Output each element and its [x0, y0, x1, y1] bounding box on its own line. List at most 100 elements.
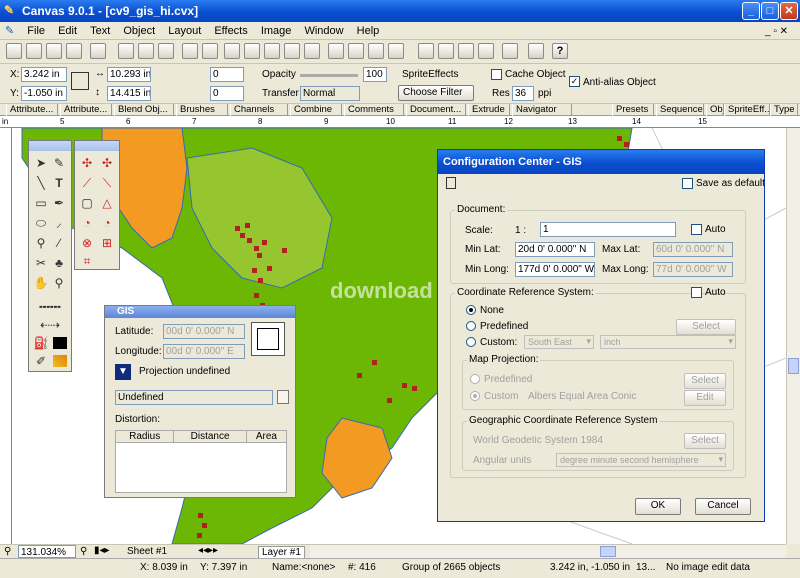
- syringe-tool-icon[interactable]: ⁄: [51, 235, 67, 251]
- zoom-tool-icon[interactable]: ⚲: [51, 275, 67, 291]
- dash-style-icon[interactable]: ╍╍╍: [33, 299, 67, 315]
- tab-blend-objects[interactable]: Blend Obj...: [114, 104, 174, 116]
- vertical-scroll-thumb[interactable]: [788, 358, 799, 374]
- cut-icon[interactable]: [118, 43, 134, 59]
- zoom-field[interactable]: 131.034%: [18, 545, 76, 558]
- tab-navigator[interactable]: Navigator: [512, 104, 572, 116]
- doc-window-controls[interactable]: _ ▫ ✕: [760, 24, 793, 37]
- layer-nav-icon[interactable]: ◂◂▸▸: [198, 545, 218, 556]
- arrow-style-icon[interactable]: ⇠⇢: [33, 317, 67, 333]
- width-field[interactable]: 10.293 in: [107, 67, 151, 82]
- x-field[interactable]: 3.242 in: [21, 67, 67, 82]
- longitude-field[interactable]: 00d 0' 0.000" E: [163, 344, 245, 359]
- crs-zone-select[interactable]: South East: [524, 335, 594, 349]
- tab-brushes[interactable]: Brushes: [176, 104, 228, 116]
- tool-d-icon[interactable]: [478, 43, 494, 59]
- tab-attribute-1[interactable]: Attribute...: [6, 104, 58, 116]
- page-nav-icon[interactable]: ▮◂▸: [94, 545, 110, 556]
- tab-sprite-effects[interactable]: SpriteEff...: [724, 104, 770, 116]
- tab-attribute-2[interactable]: Attribute...: [60, 104, 112, 116]
- tab-presets[interactable]: Presets: [612, 104, 654, 116]
- clip-icon[interactable]: [368, 43, 384, 59]
- grid-icon[interactable]: [388, 43, 404, 59]
- fill-color-swatch[interactable]: [53, 337, 67, 349]
- zoom-tool-icon[interactable]: ⚲: [80, 546, 87, 557]
- delete-icon[interactable]: [328, 43, 344, 59]
- tool-c-icon[interactable]: [458, 43, 474, 59]
- anchor-selector[interactable]: [251, 322, 285, 356]
- pen-tool-icon[interactable]: ✒: [51, 195, 67, 211]
- crs-auto-checkbox[interactable]: [691, 287, 702, 298]
- angular-units-select[interactable]: degree minute second hemisphere: [556, 453, 726, 467]
- save-default-checkbox[interactable]: [682, 178, 693, 189]
- y-field[interactable]: -1.050 in: [21, 86, 67, 101]
- hand-tool-icon[interactable]: ✋: [33, 275, 49, 291]
- crs-select-button[interactable]: Select: [676, 319, 736, 335]
- open-icon[interactable]: [26, 43, 42, 59]
- gis-measure-icon[interactable]: ⟋: [79, 175, 95, 191]
- scale-field[interactable]: 1: [540, 222, 676, 237]
- menu-object[interactable]: Object: [118, 23, 160, 37]
- cancel-button[interactable]: Cancel: [695, 498, 751, 515]
- new-icon[interactable]: [6, 43, 22, 59]
- paste-icon[interactable]: [158, 43, 174, 59]
- save-icon[interactable]: [46, 43, 62, 59]
- transform-icon[interactable]: [348, 43, 364, 59]
- tab-channels[interactable]: Channels: [230, 104, 288, 116]
- opacity-slider[interactable]: [300, 74, 358, 77]
- max-lat-field[interactable]: 60d 0' 0.000" N: [653, 242, 733, 257]
- find-icon[interactable]: [502, 43, 518, 59]
- projection-browse-icon[interactable]: [277, 390, 289, 404]
- gis-grid-icon[interactable]: ⊞: [99, 235, 115, 251]
- align-icon[interactable]: [264, 43, 280, 59]
- anti-alias-checkbox[interactable]: ✓: [569, 76, 580, 87]
- tool-b-icon[interactable]: [438, 43, 454, 59]
- sheet-label[interactable]: Sheet #1: [127, 546, 167, 557]
- text-tool-icon[interactable]: T: [51, 175, 67, 191]
- menu-window[interactable]: Window: [299, 23, 348, 37]
- ok-button[interactable]: OK: [635, 498, 681, 515]
- latitude-field[interactable]: 00d 0' 0.000" N: [163, 324, 245, 339]
- zoom-icon[interactable]: ⚲: [4, 546, 11, 557]
- gis-angle-icon[interactable]: △: [99, 195, 115, 211]
- menu-text[interactable]: Text: [85, 23, 115, 37]
- gis-distance-icon[interactable]: ⟍: [99, 175, 115, 191]
- max-long-field[interactable]: 77d 0' 0.000" W: [653, 262, 733, 277]
- zoom-fit-icon[interactable]: [528, 43, 544, 59]
- menu-help[interactable]: Help: [352, 23, 385, 37]
- crs-unit-select[interactable]: inch: [600, 335, 736, 349]
- gis-line-icon[interactable]: ✣: [99, 155, 115, 171]
- dialog-doc-icon[interactable]: [446, 177, 456, 189]
- arrow-tool-icon[interactable]: ➤: [33, 155, 49, 171]
- line-tool-icon[interactable]: ╲: [33, 175, 49, 191]
- redo-icon[interactable]: [202, 43, 218, 59]
- menu-effects[interactable]: Effects: [209, 23, 252, 37]
- col-area[interactable]: Area: [245, 430, 288, 443]
- gis-frame-icon[interactable]: ⌗: [79, 253, 95, 269]
- tab-extrude[interactable]: Extrude: [468, 104, 510, 116]
- gis-circle-icon[interactable]: ◔: [99, 215, 115, 231]
- gcrs-select-button[interactable]: Select: [684, 433, 726, 449]
- menu-edit[interactable]: Edit: [53, 23, 82, 37]
- tab-combine[interactable]: Combine: [290, 104, 342, 116]
- copy-icon[interactable]: [138, 43, 154, 59]
- crs-predefined-radio[interactable]: [466, 321, 476, 331]
- col-radius[interactable]: Radius: [114, 430, 175, 443]
- gradient-swatch[interactable]: [53, 355, 67, 367]
- brush-tool-icon[interactable]: ⸝: [51, 215, 67, 231]
- vertical-scrollbar[interactable]: [786, 128, 800, 544]
- tab-obj[interactable]: Obj: [706, 104, 724, 116]
- min-long-field[interactable]: 177d 0' 0.000" W: [515, 262, 595, 277]
- horizontal-scrollbar[interactable]: [310, 544, 786, 558]
- mp-select-button[interactable]: Select: [684, 373, 726, 389]
- crs-none-radio[interactable]: [466, 305, 476, 315]
- height-field[interactable]: 14.415 in: [107, 86, 151, 101]
- mp-predefined-radio[interactable]: [470, 374, 480, 384]
- minimize-icon[interactable]: _: [742, 2, 760, 20]
- pencil-color-icon[interactable]: ✐: [33, 353, 49, 369]
- anchor-grid-icon[interactable]: [71, 72, 89, 90]
- crs-custom-radio[interactable]: [466, 337, 476, 347]
- fill-bucket-icon[interactable]: ⛽: [33, 335, 49, 351]
- tab-sequences[interactable]: Sequences: [656, 104, 704, 116]
- duplicate-icon[interactable]: [304, 43, 320, 59]
